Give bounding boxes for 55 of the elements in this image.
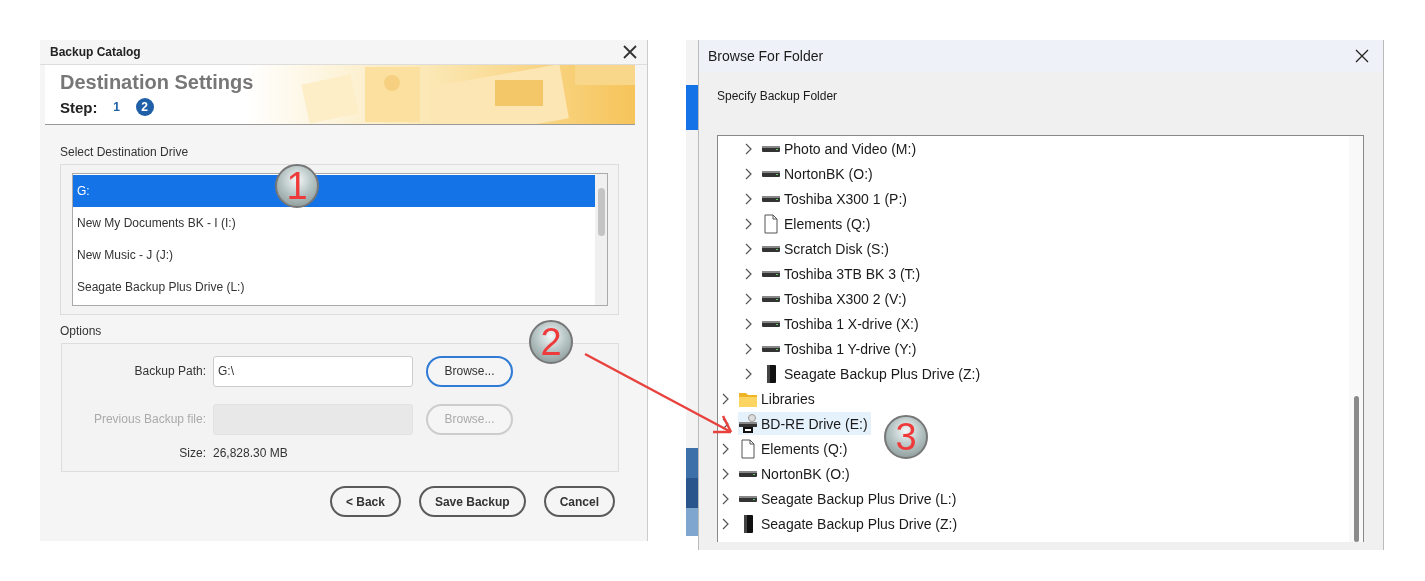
field-label: Size:	[178, 446, 207, 460]
tree-item[interactable]: Elements (Q:)	[761, 212, 874, 235]
close-icon[interactable]	[1355, 49, 1369, 63]
step-indicator: 1	[112, 99, 121, 116]
window-title: Browse For Folder	[708, 48, 824, 64]
tree-item[interactable]: NortonBK (O:)	[738, 462, 853, 485]
scrollbar-thumb[interactable]	[598, 188, 605, 236]
document-icon	[738, 438, 758, 459]
drive-icon	[761, 294, 781, 303]
tree-item[interactable]: Seagate Backup Plus Drive (Z:)	[761, 362, 984, 385]
step-label: Step:	[60, 98, 98, 116]
section-label: Select Destination Drive	[60, 145, 189, 159]
page-heading: Destination Settings	[60, 71, 254, 94]
input-field[interactable]: G:\	[213, 355, 413, 387]
tree-item[interactable]: Toshiba 1 Y-drive (Y:)	[761, 337, 920, 360]
dialog-button[interactable]: < Back	[329, 486, 401, 517]
document-icon	[761, 213, 781, 234]
tree-item[interactable]: Elements (Q:)	[738, 437, 851, 460]
step-indicator: 2	[135, 98, 154, 116]
tree-item[interactable]: Toshiba 1 X-drive (X:)	[761, 312, 922, 335]
prompt-text: Specify Backup Folder	[717, 89, 838, 103]
optical-drive-icon	[738, 413, 758, 434]
tree-item[interactable]: Toshiba X300 1 (P:)	[761, 187, 910, 210]
size-value: 26,828.30 MB	[213, 446, 288, 460]
browse-button[interactable]: Browse...	[426, 355, 513, 387]
drive-icon	[761, 244, 781, 253]
drive-icon	[761, 169, 781, 178]
tree-item[interactable]: Libraries	[738, 387, 818, 410]
drive-icon	[761, 344, 781, 353]
dialog-button[interactable]: Save Backup	[418, 486, 526, 517]
section-label: Options	[60, 324, 102, 338]
tree-item[interactable]: Toshiba X300 2 (V:)	[761, 287, 910, 310]
drive-list-item[interactable]: New My Documents BK - I (I:)	[73, 207, 595, 239]
tree-item[interactable]: Toshiba 3TB BK 3 (T:)	[761, 262, 924, 285]
drive-icon	[738, 469, 758, 478]
tree-item[interactable]: Scratch Disk (S:)	[761, 237, 892, 260]
drive-list-item[interactable]: Seagate Backup Plus Drive (L:)	[73, 271, 595, 303]
drive-icon	[761, 144, 781, 153]
drive-icon	[761, 269, 781, 278]
window-title: Backup Catalog	[50, 45, 141, 59]
scrollbar-thumb[interactable]	[1354, 396, 1359, 542]
dialog-button[interactable]: Cancel	[543, 486, 615, 517]
drive-icon	[738, 494, 758, 503]
drive-icon	[761, 194, 781, 203]
list-highlight	[686, 85, 698, 130]
field-label: Previous Backup file:	[92, 412, 207, 426]
tree-item[interactable]: Seagate Backup Plus Drive (Z:)	[738, 512, 961, 535]
tree-item[interactable]: BD-RE Drive (E:)	[738, 412, 871, 435]
drive-icon	[761, 319, 781, 328]
tree-item[interactable]: Photo and Video (M:)	[761, 137, 920, 160]
close-icon[interactable]	[623, 45, 637, 59]
tree-item[interactable]: NortonBK (O:)	[761, 162, 876, 185]
tree-item[interactable]: Seagate Backup Plus Drive (L:)	[738, 487, 960, 510]
field-label: Backup Path:	[133, 364, 207, 378]
drive-list-item[interactable]: New Music - J (J:)	[73, 239, 595, 271]
